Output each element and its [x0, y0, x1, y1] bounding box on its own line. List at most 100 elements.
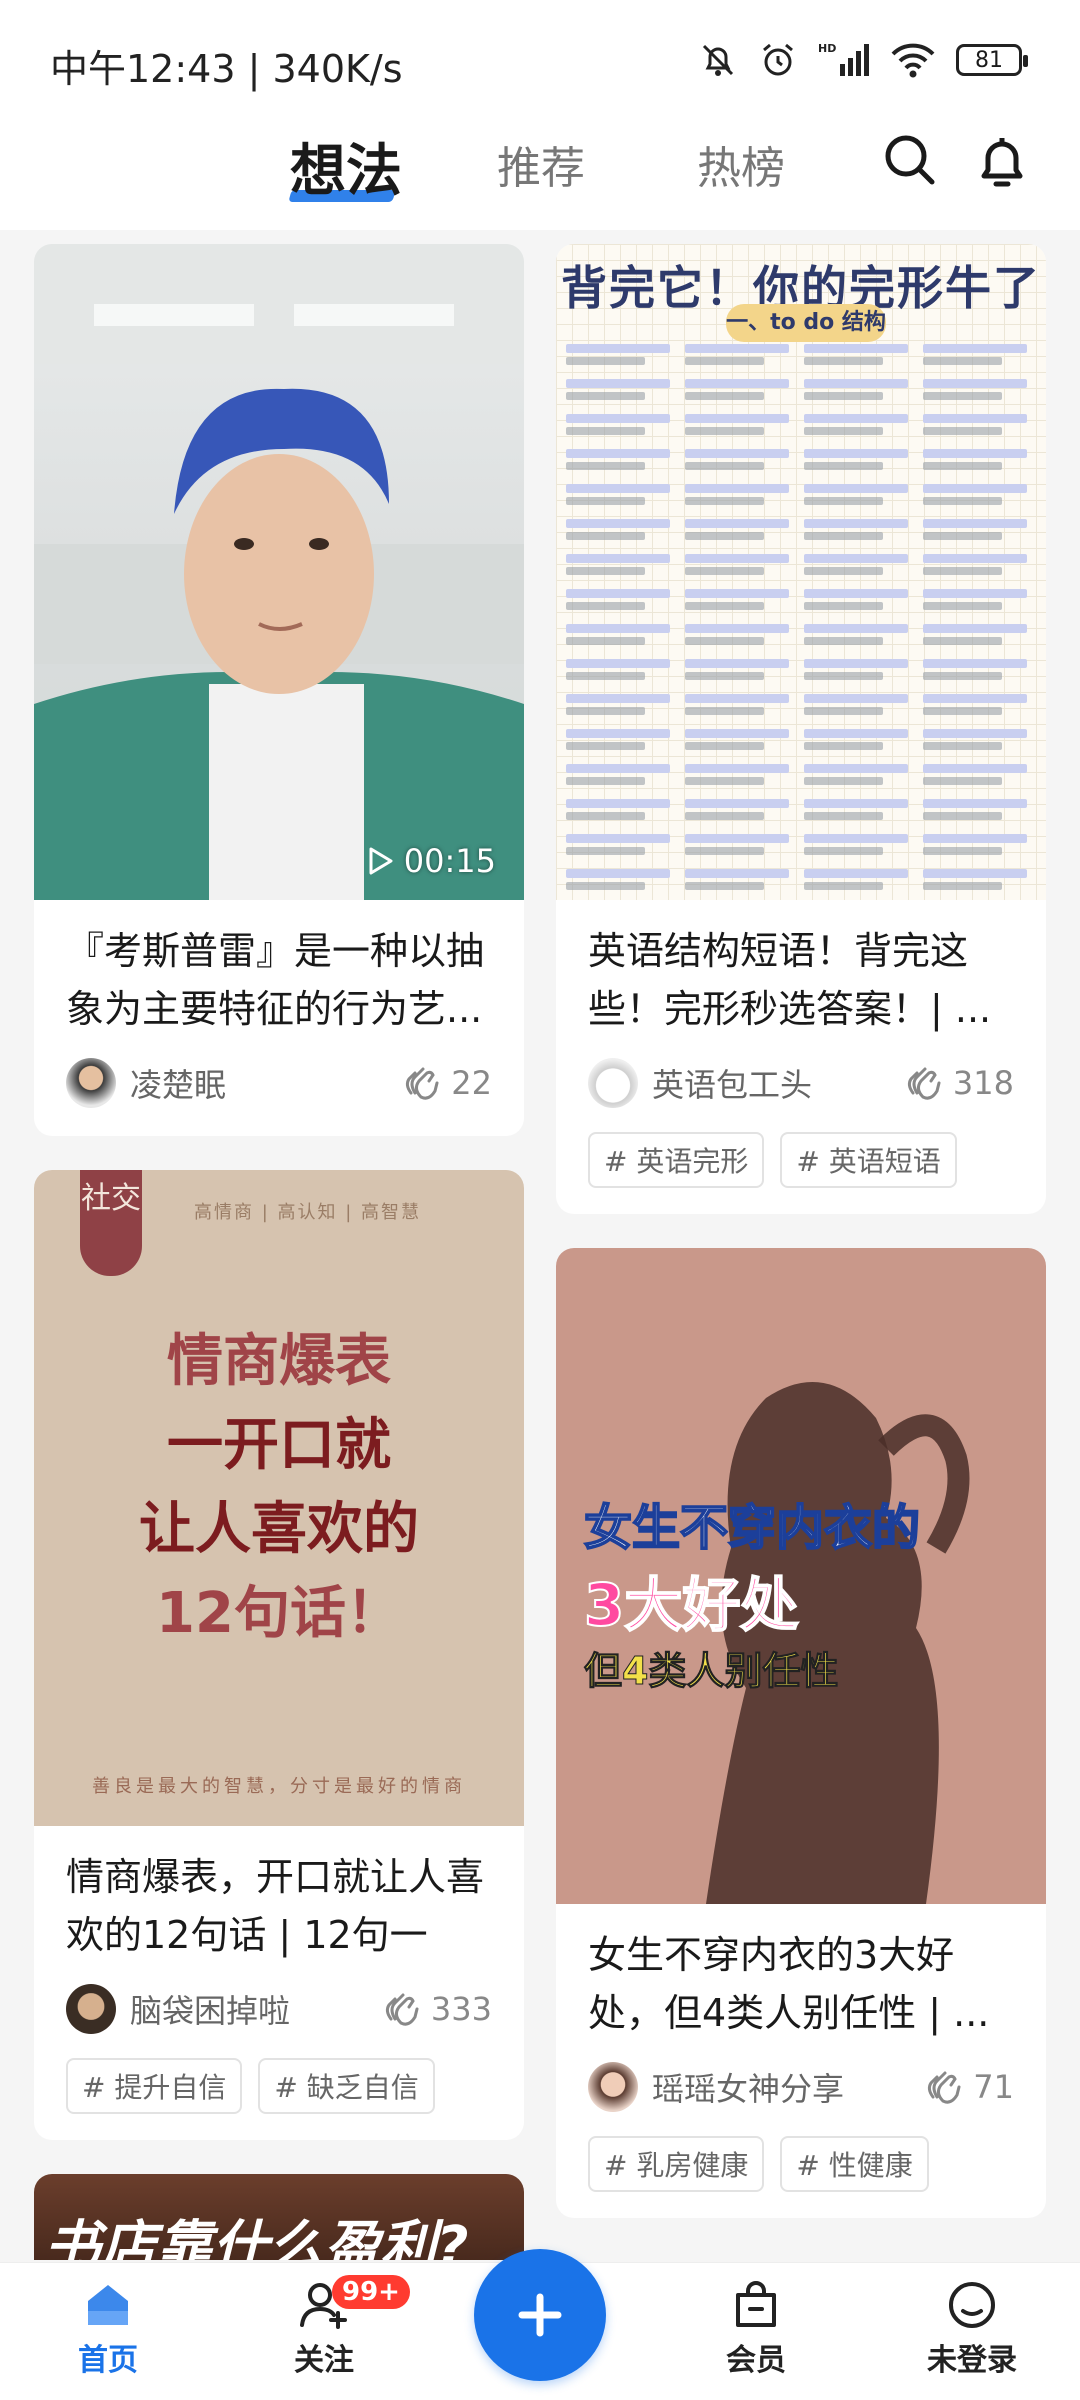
video-duration: 00:15	[368, 842, 496, 880]
avatar[interactable]	[588, 1058, 638, 1108]
card-image[interactable]: 书店靠什么盈利?	[34, 2174, 524, 2260]
phrase-cell	[923, 694, 1036, 723]
phrase-cell	[685, 484, 798, 513]
author-name[interactable]: 凌楚眠	[130, 1060, 401, 1106]
phrase-cell	[685, 729, 798, 758]
like-button[interactable]: 22	[401, 1063, 492, 1103]
phrase-cell	[566, 449, 679, 478]
phrase-cell	[685, 449, 798, 478]
phrase-cell	[804, 694, 917, 723]
tag-chip[interactable]: # 性健康	[780, 2136, 929, 2192]
phrase-cell	[923, 834, 1036, 863]
like-button[interactable]: 71	[923, 2067, 1014, 2107]
card-title[interactable]: 情商爆表，开口就让人喜欢的12句话 | 12句一开...	[66, 1848, 492, 1964]
phrase-cell	[923, 869, 1036, 898]
tab-recommend[interactable]: 推荐	[497, 132, 585, 196]
phrase-cell	[566, 729, 679, 758]
phrase-cell	[685, 799, 798, 828]
feed-card[interactable]: 书店靠什么盈利?	[34, 2174, 524, 2260]
phrase-cell	[566, 764, 679, 793]
feed-column-left: 00:15 『考斯普雷』是一种以抽象为主要特征的行为艺... 凌楚眠 22 社交	[34, 244, 524, 2260]
bottom-nav: 首页 99+ 关注 会员 未登录	[0, 2249, 1080, 2400]
phrase-cell	[804, 344, 917, 373]
image-subtitle: 一、to do 结构	[726, 304, 886, 342]
svg-text:HD: HD	[818, 42, 836, 55]
bell-icon[interactable]	[974, 132, 1030, 192]
tab-hot[interactable]: 热榜	[697, 132, 785, 196]
clap-icon	[385, 1993, 419, 2026]
nav-profile-label: 未登录	[927, 2343, 1017, 2378]
phrase-cell	[923, 799, 1036, 828]
phrase-cell	[804, 414, 917, 443]
phrase-cell	[923, 484, 1036, 513]
feed-card[interactable]: 背完它！你的完形牛了 一、to do 结构 英语结构短语！背完这些！完形秒选答案…	[556, 244, 1046, 1214]
phrase-cell	[566, 799, 679, 828]
phrase-cell	[804, 869, 917, 898]
status-bar: 中午12:43 | 340K/s HD 81	[0, 0, 1080, 120]
video-thumbnail[interactable]: 00:15	[34, 244, 524, 900]
create-post-button[interactable]	[474, 2249, 606, 2381]
image-line: 12句话！	[156, 1581, 402, 1646]
avatar[interactable]	[588, 2062, 638, 2112]
author-name[interactable]: 瑶瑶女神分享	[652, 2064, 923, 2110]
card-title[interactable]: 女生不穿内衣的3大好处，但4类人别任性 | ...	[588, 1926, 1014, 2042]
wifi-icon	[891, 43, 935, 78]
phrase-cell	[685, 589, 798, 618]
top-nav: 想法 推荐 热榜	[0, 120, 1080, 230]
nav-member[interactable]: 会员	[686, 2279, 826, 2379]
feed-card[interactable]: 社交 高情商 | 高认知 | 高智慧 情商爆表 一开口就 让人喜欢的 12句话！…	[34, 1170, 524, 2140]
phrase-cell	[685, 519, 798, 548]
author-name[interactable]: 英语包工头	[652, 1060, 903, 1106]
card-title[interactable]: 英语结构短语！背完这些！完形秒选答案！| ...	[588, 922, 1014, 1038]
phrase-cell	[923, 624, 1036, 653]
phrase-cell	[685, 869, 798, 898]
avatar[interactable]	[66, 1984, 116, 2034]
card-image[interactable]: 社交 高情商 | 高认知 | 高智慧 情商爆表 一开口就 让人喜欢的 12句话！…	[34, 1170, 524, 1826]
author-name[interactable]: 脑袋困掉啦	[130, 1986, 381, 2032]
feed-card[interactable]: 女生不穿内衣的 3大好处 但4类人别任性 女生不穿内衣的3大好处，但4类人别任性…	[556, 1248, 1046, 2218]
phrase-cell	[685, 344, 798, 373]
feed-column-right: 背完它！你的完形牛了 一、to do 结构 英语结构短语！背完这些！完形秒选答案…	[556, 244, 1046, 2252]
phrase-grid	[566, 344, 1036, 898]
tag-chip[interactable]: # 提升自信	[66, 2058, 243, 2114]
feed-card[interactable]: 00:15 『考斯普雷』是一种以抽象为主要特征的行为艺... 凌楚眠 22	[34, 244, 524, 1136]
doctor-illustration	[34, 244, 524, 900]
like-button[interactable]: 333	[381, 1989, 492, 2029]
like-count: 333	[430, 1990, 492, 2028]
status-icons: HD 81	[698, 40, 1028, 80]
nav-profile[interactable]: 未登录	[902, 2279, 1042, 2379]
tag-chip[interactable]: # 乳房健康	[588, 2136, 765, 2192]
tab-ideas[interactable]: 想法	[290, 126, 402, 207]
battery-icon: 81	[956, 44, 1028, 76]
phrase-cell	[685, 659, 798, 688]
tag-chip[interactable]: # 缺乏自信	[258, 2058, 435, 2114]
phrase-cell	[804, 449, 917, 478]
play-icon	[369, 847, 393, 875]
phrase-cell	[566, 554, 679, 583]
tag-chip[interactable]: # 英语完形	[588, 1132, 765, 1188]
card-image[interactable]: 女生不穿内衣的 3大好处 但4类人别任性	[556, 1248, 1046, 1904]
image-footer: 善良是最大的智慧，分寸是最好的情商	[92, 1776, 466, 1797]
notification-badge: 99+	[332, 2275, 410, 2309]
tag-chip[interactable]: # 英语短语	[780, 1132, 957, 1188]
phrase-cell	[804, 659, 917, 688]
phrase-cell	[923, 729, 1036, 758]
card-title[interactable]: 『考斯普雷』是一种以抽象为主要特征的行为艺...	[66, 922, 492, 1038]
card-image[interactable]: 背完它！你的完形牛了 一、to do 结构	[556, 244, 1046, 900]
like-button[interactable]: 318	[903, 1063, 1014, 1103]
phrase-cell	[566, 344, 679, 373]
clap-icon	[907, 1067, 941, 1100]
phrase-cell	[923, 449, 1036, 478]
nav-member-label: 会员	[726, 2343, 786, 2378]
image-text: 书店靠什么盈利?	[44, 2215, 469, 2260]
search-icon[interactable]	[882, 132, 938, 188]
image-line: 一开口就	[167, 1413, 391, 1478]
nav-home[interactable]: 首页	[38, 2279, 178, 2379]
feed[interactable]: 00:15 『考斯普雷』是一种以抽象为主要特征的行为艺... 凌楚眠 22 社交	[0, 230, 1080, 2260]
phrase-cell	[804, 554, 917, 583]
nav-follow[interactable]: 99+ 关注	[254, 2275, 410, 2379]
phrase-cell	[804, 834, 917, 863]
avatar[interactable]	[66, 1058, 116, 1108]
like-count: 318	[952, 1064, 1014, 1102]
image-header: 高情商 | 高认知 | 高智慧	[194, 1202, 422, 1223]
